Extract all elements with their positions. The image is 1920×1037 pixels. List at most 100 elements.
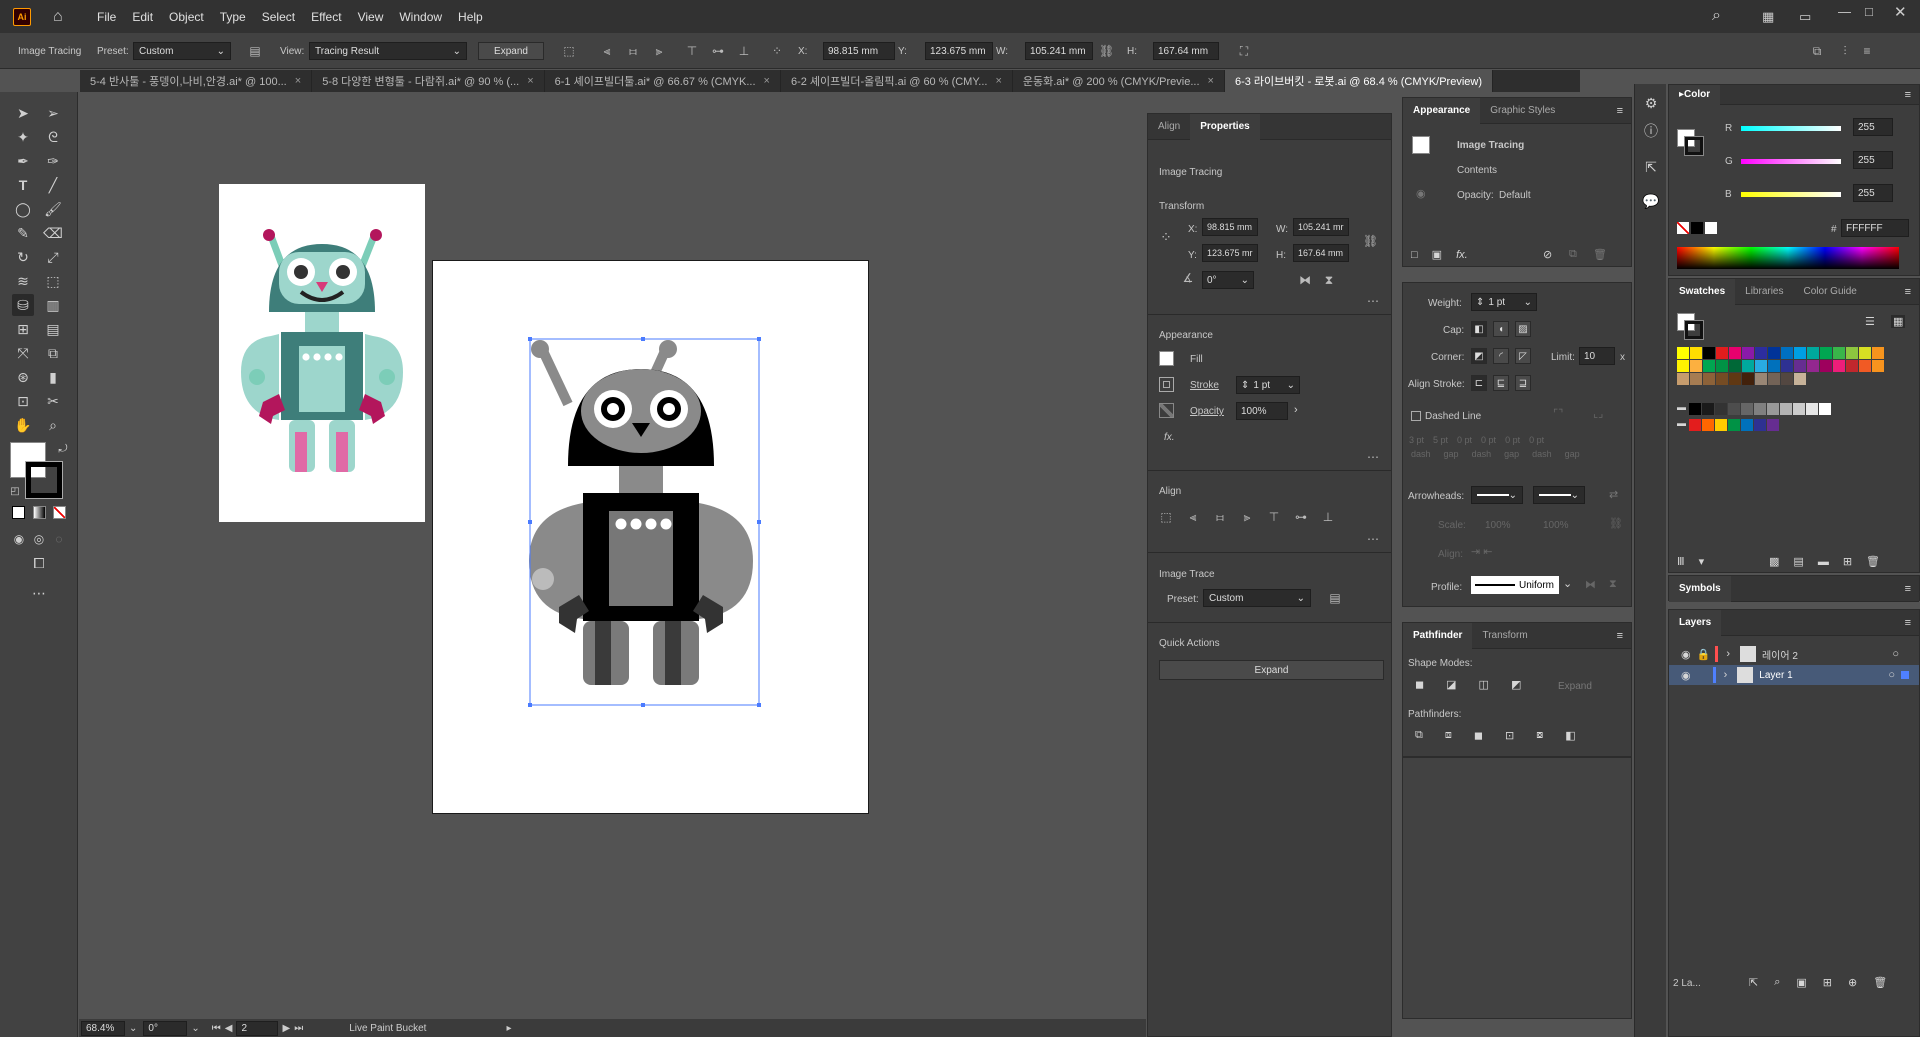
color-swatch[interactable] — [1677, 347, 1689, 359]
color-swatch[interactable] — [1716, 360, 1728, 372]
color-swatch[interactable] — [1819, 403, 1831, 415]
visibility-eye-icon[interactable]: ◉ — [1416, 187, 1426, 200]
link-scale-icon[interactable]: ⛓ — [1609, 517, 1623, 530]
clipping-mask-icon[interactable]: ▣ — [1796, 976, 1806, 989]
color-swatch[interactable] — [1741, 419, 1753, 431]
none-mode-icon[interactable] — [53, 506, 66, 519]
blend-tool-icon[interactable]: ⧉ — [42, 342, 64, 364]
pencil-tool-icon[interactable]: ✎ — [12, 222, 34, 244]
pathfinder-expand-button[interactable]: Expand — [1558, 681, 1592, 692]
flip-horizontal-icon[interactable]: ⧓ — [1298, 273, 1312, 287]
align-left-icon[interactable]: ⫷ — [1186, 510, 1200, 524]
color-swatch[interactable] — [1677, 373, 1689, 385]
align-stroke-inside-icon[interactable]: ⊑ — [1493, 375, 1509, 391]
delete-item-icon[interactable]: 🗑 — [1593, 248, 1607, 261]
panel-menu-icon[interactable]: ≡ — [1905, 89, 1911, 101]
color-swatch[interactable] — [1754, 403, 1766, 415]
default-fill-stroke-icon[interactable]: ◰ — [4, 480, 26, 502]
panel-menu-icon[interactable]: ≡ — [1860, 44, 1874, 58]
arrange-icon[interactable]: ⧉ — [1810, 44, 1824, 58]
dash-align-icon[interactable]: ⌞⌟ — [1593, 407, 1603, 420]
gap-input[interactable]: 0 pt — [1529, 435, 1544, 445]
white-color-swatch[interactable] — [1705, 222, 1717, 234]
color-swatch[interactable] — [1690, 360, 1702, 372]
outline-icon[interactable]: ⧇ — [1536, 729, 1543, 742]
color-swatch[interactable] — [1820, 347, 1832, 359]
align-stroke-center-icon[interactable]: ⊏ — [1471, 375, 1487, 391]
edit-toolbar-icon[interactable]: ⋯ — [28, 582, 50, 604]
close-window-icon[interactable]: ✕ — [1894, 3, 1907, 21]
reference-point-icon[interactable]: ⁘ — [1159, 230, 1173, 244]
slice-tool-icon[interactable]: ✂ — [42, 390, 64, 412]
layer-row-1[interactable]: ◉ 🔒 › 레이어 2 ○ — [1669, 644, 1919, 664]
prop-x-input[interactable]: 98.815 mm — [1202, 218, 1258, 236]
tab-graphic-styles[interactable]: Graphic Styles — [1480, 98, 1565, 124]
gradient-mode-icon[interactable] — [33, 506, 46, 519]
color-swatch[interactable] — [1742, 347, 1754, 359]
unite-icon[interactable]: ◼ — [1415, 678, 1424, 691]
close-icon[interactable]: × — [1208, 75, 1214, 87]
round-join-icon[interactable]: ◜ — [1493, 348, 1509, 364]
lock-icon[interactable]: 🔒 — [1697, 648, 1711, 661]
target-icon[interactable]: ○ — [1892, 648, 1899, 660]
transform-icon[interactable]: ⛶ — [1237, 44, 1251, 58]
swatch-libraries-icon[interactable]: Ⅲ — [1677, 555, 1685, 568]
new-layer-icon[interactable]: ⊕ — [1848, 976, 1857, 989]
color-swatch[interactable] — [1767, 403, 1779, 415]
menu-help[interactable]: Help — [450, 10, 491, 24]
chevron-right-icon[interactable]: › — [1726, 648, 1730, 660]
arrowhead-start-select[interactable]: ⌄ — [1471, 486, 1523, 504]
new-color-group-icon[interactable]: ▤ — [1793, 555, 1803, 568]
opacity-input[interactable]: 100% — [1236, 402, 1288, 420]
stepper-icon[interactable]: ⇕ — [1476, 297, 1484, 308]
control-x-input[interactable]: 98.815 mm — [823, 42, 895, 60]
trace-panel-icon[interactable]: ▤ — [248, 44, 262, 58]
color-swatch[interactable] — [1859, 347, 1871, 359]
color-swatch[interactable] — [1846, 360, 1858, 372]
delete-swatch-icon[interactable]: 🗑 — [1866, 555, 1880, 568]
color-swatch[interactable] — [1715, 419, 1727, 431]
home-icon[interactable]: ⌂ — [53, 8, 69, 25]
symbol-sprayer-tool-icon[interactable]: ⊛ — [12, 366, 34, 388]
profile-select[interactable]: Uniform — [1471, 576, 1559, 594]
reference-point-icon[interactable]: ⁘ — [770, 44, 784, 58]
minimize-icon[interactable]: — — [1838, 4, 1851, 19]
show-kinds-icon[interactable]: ▾ — [1699, 555, 1705, 568]
color-swatch[interactable] — [1689, 419, 1701, 431]
tab-pathfinder[interactable]: Pathfinder — [1403, 622, 1473, 649]
color-swatch[interactable] — [1703, 373, 1715, 385]
export-panel-icon[interactable]: ⇱ — [1640, 156, 1662, 178]
chevron-right-icon[interactable]: › — [1724, 669, 1728, 681]
color-swatch[interactable] — [1793, 403, 1805, 415]
appearance-contents-label[interactable]: Contents — [1457, 165, 1497, 176]
color-swatch[interactable] — [1716, 347, 1728, 359]
color-swatch[interactable] — [1677, 360, 1689, 372]
trace-preset-select[interactable]: Custom ⌄ — [1203, 589, 1311, 607]
ellipse-tool-icon[interactable]: ◯ — [12, 198, 34, 220]
align-right-icon[interactable]: ⫸ — [652, 44, 666, 58]
status-menu-icon[interactable]: ▸ — [506, 1023, 511, 1034]
last-artboard-icon[interactable]: ⏭ — [294, 1023, 303, 1034]
color-swatch[interactable] — [1833, 360, 1845, 372]
next-artboard-icon[interactable]: ▶ — [282, 1023, 290, 1034]
color-swatch[interactable] — [1729, 360, 1741, 372]
more-options-icon[interactable]: ⋯ — [1366, 450, 1380, 464]
close-icon[interactable]: × — [995, 75, 1001, 87]
g-input[interactable]: 255 — [1853, 151, 1893, 169]
tab-properties[interactable]: Properties — [1190, 113, 1260, 140]
color-swatch[interactable] — [1768, 360, 1780, 372]
mesh-tool-icon[interactable]: ⊞ — [12, 318, 34, 340]
pen-tool-icon[interactable]: ✒ — [12, 150, 34, 172]
menu-object[interactable]: Object — [161, 10, 212, 24]
color-swatch[interactable] — [1755, 347, 1767, 359]
color-swatch[interactable] — [1806, 403, 1818, 415]
eraser-tool-icon[interactable]: ⌫ — [42, 222, 64, 244]
color-swatch[interactable] — [1689, 403, 1701, 415]
control-h-input[interactable]: 167.64 mm — [1153, 42, 1219, 60]
info-panel-icon[interactable]: ⓘ — [1640, 120, 1662, 142]
dash-input[interactable]: 0 pt — [1505, 435, 1520, 445]
artboard-number-input[interactable]: 2 — [236, 1020, 279, 1036]
align-to-icon[interactable]: ⬚ — [562, 44, 576, 58]
width-tool-icon[interactable]: ≋ — [12, 270, 34, 292]
menu-file[interactable]: File — [89, 10, 124, 24]
